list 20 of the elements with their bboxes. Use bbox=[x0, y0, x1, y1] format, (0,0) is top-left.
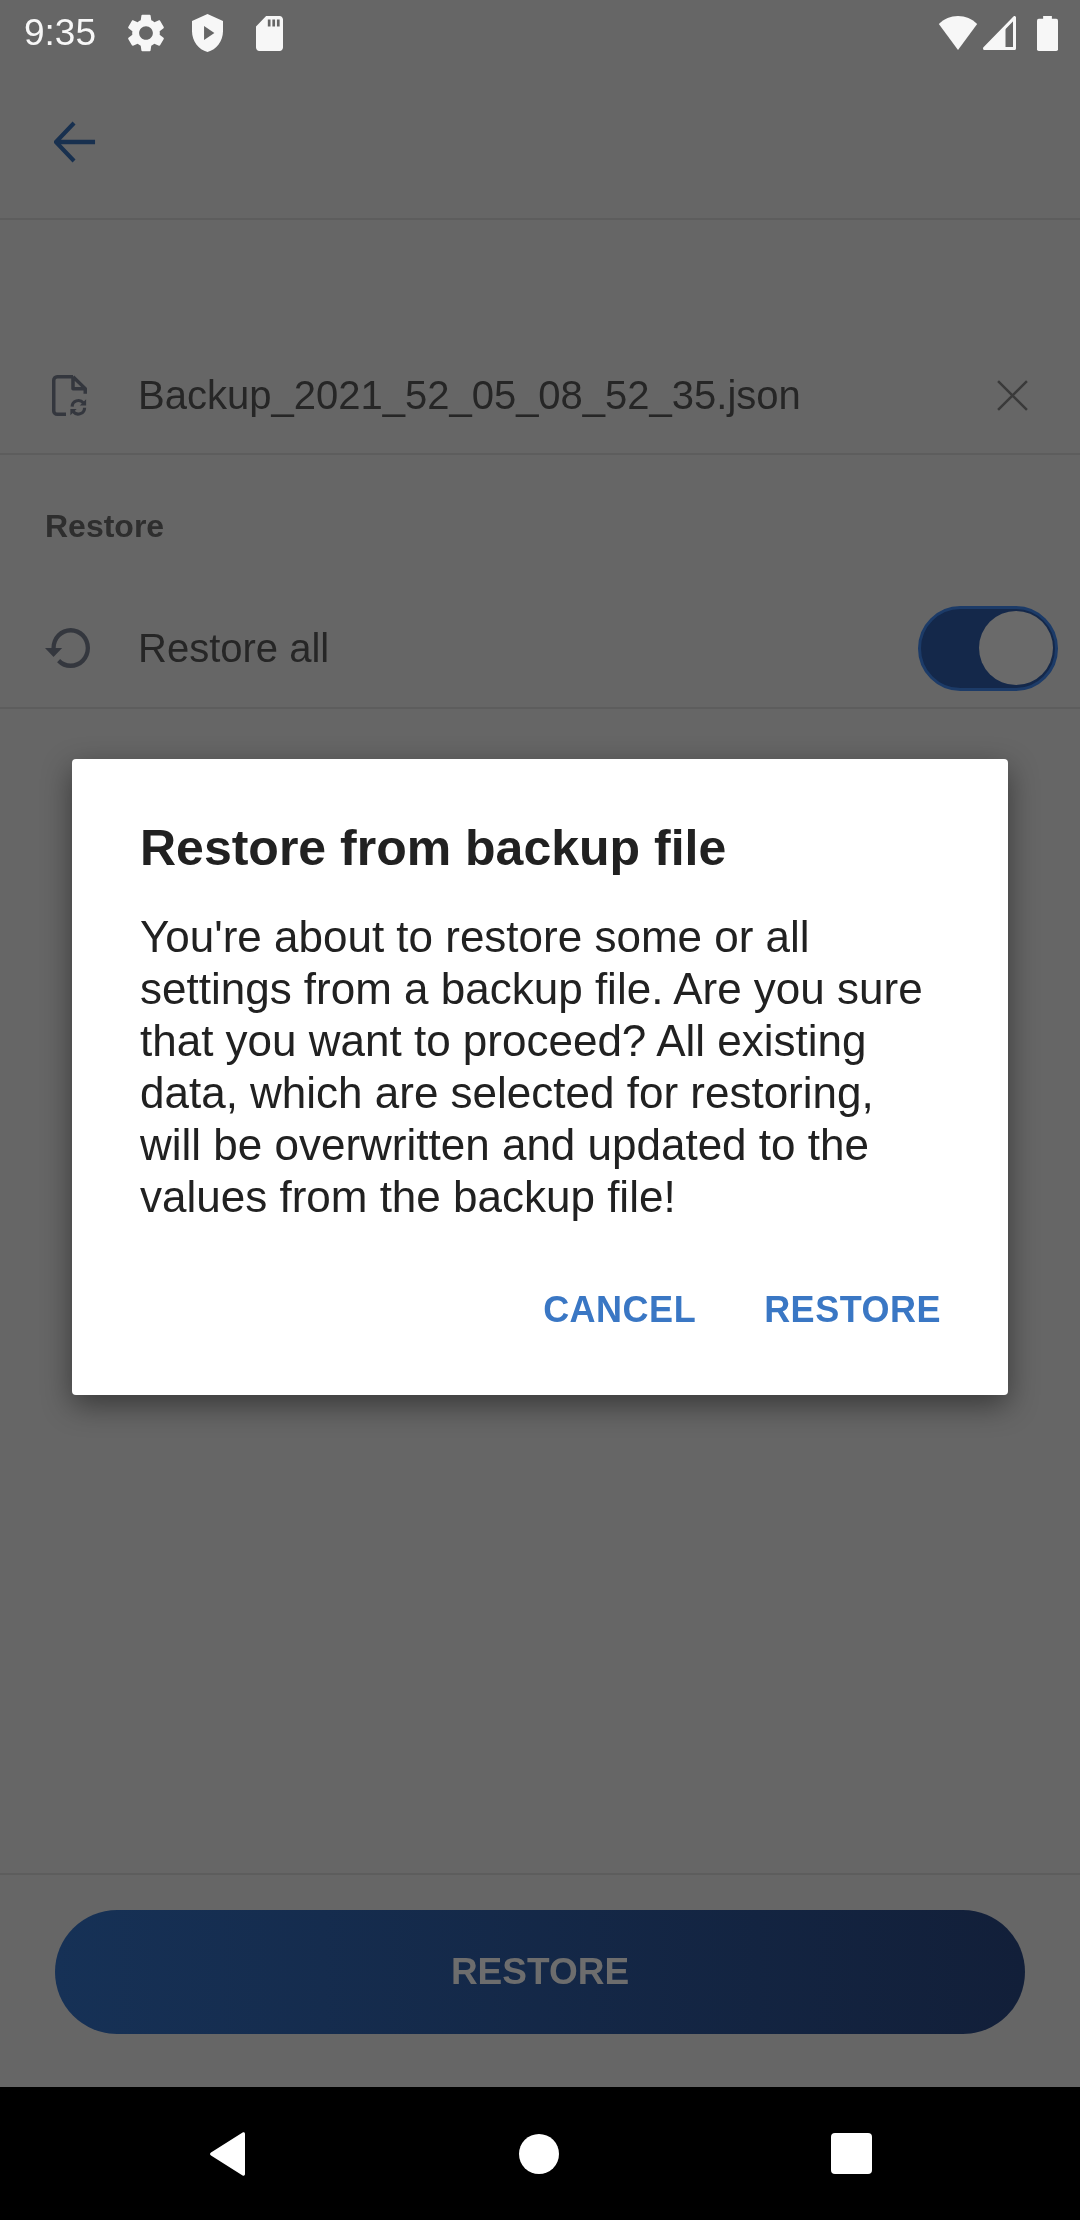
wifi-icon bbox=[938, 16, 978, 50]
battery-icon bbox=[1037, 15, 1058, 51]
circle-icon[interactable] bbox=[518, 2133, 559, 2174]
square-icon[interactable] bbox=[830, 2133, 872, 2174]
shield-play-icon bbox=[192, 14, 223, 52]
dialog-button[interactable]: RESTORE bbox=[742, 1266, 963, 1354]
sd-card-icon bbox=[256, 15, 283, 51]
dialog-message: You're about to restore some or all settings from a backup file. Are you sure that you want to proceed? All existing data, which are selected for restoring, will be overwritten and updated to the values from the backup file! bbox=[140, 911, 924, 1223]
toggle-label: Restore all bbox=[138, 625, 331, 672]
dialog-button[interactable]: CANCEL bbox=[521, 1266, 719, 1354]
status-time: 9:35 bbox=[24, 11, 96, 55]
dialog-title: Restore from backup file bbox=[140, 819, 728, 878]
signal-icon bbox=[983, 16, 1016, 50]
file-name: Backup_2021_52_05_08_52_35.json bbox=[138, 372, 802, 419]
gear-icon bbox=[128, 14, 164, 52]
restore-button[interactable]: RESTORE bbox=[55, 1910, 1025, 2034]
section-title: Restore bbox=[45, 508, 165, 545]
circular-arrow-icon bbox=[45, 628, 90, 668]
triangle-icon[interactable] bbox=[208, 2131, 247, 2176]
file-sync-icon bbox=[52, 374, 87, 416]
